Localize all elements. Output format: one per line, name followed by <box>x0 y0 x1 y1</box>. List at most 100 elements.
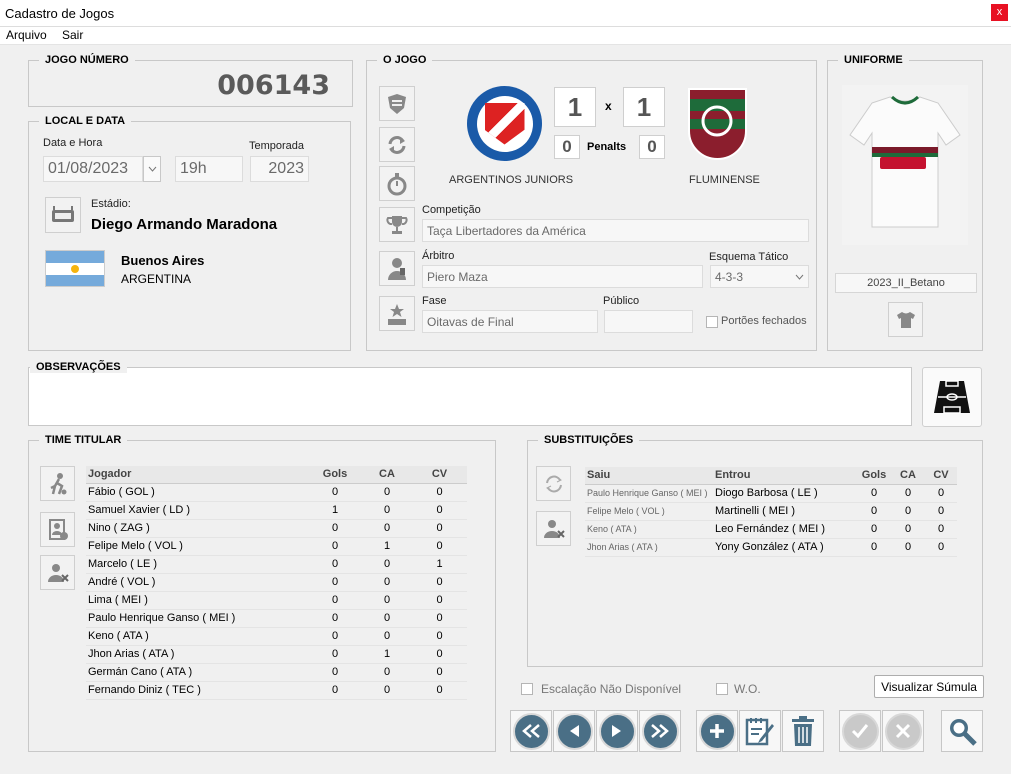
col-cv: CV <box>412 466 467 484</box>
ca-cell: 1 <box>362 645 412 664</box>
player-card-button[interactable] <box>40 512 75 547</box>
search-icon <box>950 719 977 746</box>
ca-cell: 0 <box>362 627 412 646</box>
col-entrou: Entrou <box>713 467 857 485</box>
chevron-down-icon <box>148 166 156 172</box>
table-row[interactable]: Samuel Xavier ( LD ) 1 0 0 <box>86 501 467 520</box>
season-field[interactable]: 2023 <box>250 156 309 182</box>
referee-button[interactable] <box>379 251 415 286</box>
player-kick-button[interactable] <box>40 466 75 501</box>
close-button[interactable]: x <box>991 4 1008 21</box>
cancel-button[interactable] <box>882 710 924 752</box>
score-separator: x <box>605 99 612 113</box>
table-row[interactable]: Germán Cano ( ATA ) 0 0 0 <box>86 663 467 682</box>
visualizar-sumula-button[interactable]: Visualizar Súmula <box>874 675 984 698</box>
table-row[interactable]: Keno ( ATA ) 0 0 0 <box>86 627 467 646</box>
escalacao-checkbox[interactable] <box>521 683 533 695</box>
publico-field[interactable] <box>604 310 693 333</box>
titulares-table: Jogador Gols CA CV Fábio ( GOL ) 0 0 0 Samue… <box>86 466 467 700</box>
remove-substitution-button[interactable] <box>536 511 571 546</box>
table-row[interactable]: Paulo Henrique Ganso ( MEI ) 0 0 0 <box>86 609 467 628</box>
competicao-field[interactable]: Taça Libertadores da América <box>422 219 809 242</box>
observacoes-field[interactable] <box>28 367 912 426</box>
confirm-button[interactable] <box>839 710 881 752</box>
player-name: André ( VOL ) <box>86 573 308 592</box>
home-score[interactable]: 1 <box>554 87 596 127</box>
stopwatch-button[interactable] <box>379 166 415 201</box>
table-row[interactable]: Jhon Arias ( ATA ) 0 1 0 <box>86 645 467 664</box>
entrou-cell: Yony González ( ATA ) <box>713 538 857 557</box>
gols-cell: 0 <box>308 627 362 646</box>
podium-button[interactable] <box>379 296 415 331</box>
player-name: Germán Cano ( ATA ) <box>86 663 308 682</box>
away-penalties[interactable]: 0 <box>639 135 665 159</box>
menu-sair[interactable]: Sair <box>62 28 83 42</box>
gols-cell: 0 <box>308 573 362 592</box>
field-formation-button[interactable] <box>922 367 982 427</box>
last-record-button[interactable] <box>639 710 681 752</box>
table-row[interactable]: Felipe Melo ( VOL ) Martinelli ( MEI ) 0 0 0 <box>585 502 957 521</box>
fase-field[interactable]: Oitavas de Final <box>422 310 598 333</box>
o-jogo-title: O JOGO <box>377 54 433 66</box>
table-row[interactable]: Lima ( MEI ) 0 0 0 <box>86 591 467 610</box>
table-row[interactable]: Fernando Diniz ( TEC ) 0 0 0 <box>86 681 467 700</box>
country-name: ARGENTINA <box>121 272 192 286</box>
time-titular-title: TIME TITULAR <box>39 434 128 446</box>
uniform-button[interactable] <box>888 302 923 337</box>
table-row[interactable]: Jhon Arias ( ATA ) Yony González ( ATA ) 0… <box>585 538 957 557</box>
stadium-button[interactable] <box>45 197 81 233</box>
table-row[interactable]: Keno ( ATA ) Leo Fernández ( MEI ) 0 0 0 <box>585 520 957 539</box>
add-record-button[interactable] <box>696 710 738 752</box>
cv-cell: 0 <box>412 573 467 592</box>
first-record-button[interactable] <box>510 710 552 752</box>
table-row[interactable]: Nino ( ZAG ) 0 0 0 <box>86 519 467 538</box>
previous-record-button[interactable] <box>553 710 595 752</box>
ca-cell: 0 <box>362 681 412 700</box>
wo-checkbox[interactable] <box>716 683 728 695</box>
table-row[interactable]: Paulo Henrique Ganso ( MEI ) Diogo Barbos… <box>585 484 957 503</box>
substitution-button[interactable] <box>536 466 571 501</box>
delete-record-button[interactable] <box>782 710 824 752</box>
esquema-value: 4-3-3 <box>715 269 744 284</box>
cv-cell: 0 <box>925 484 957 503</box>
menu-arquivo[interactable]: Arquivo <box>6 28 47 42</box>
swap-button[interactable] <box>379 127 415 162</box>
gols-cell: 0 <box>308 609 362 628</box>
player-name: Fernando Diniz ( TEC ) <box>86 681 308 700</box>
away-score[interactable]: 1 <box>623 87 665 127</box>
chevron-down-icon <box>795 274 804 280</box>
hour-field[interactable]: 19h <box>175 156 243 182</box>
uniform-image <box>842 85 968 245</box>
date-dropdown-button[interactable] <box>143 156 161 182</box>
cv-cell: 0 <box>412 645 467 664</box>
date-field[interactable]: 01/08/2023 <box>43 156 143 182</box>
fluminense-logo <box>685 85 750 163</box>
estadio-label: Estádio: <box>91 198 131 210</box>
shield-button[interactable] <box>379 86 415 121</box>
table-row[interactable]: André ( VOL ) 0 0 0 <box>86 573 467 592</box>
home-penalties[interactable]: 0 <box>554 135 580 159</box>
wo-label: W.O. <box>734 682 761 696</box>
portoes-fechados-checkbox[interactable] <box>706 316 718 328</box>
table-row[interactable]: Felipe Melo ( VOL ) 0 1 0 <box>86 537 467 556</box>
gols-cell: 0 <box>308 483 362 502</box>
cv-cell: 0 <box>412 609 467 628</box>
player-name: Keno ( ATA ) <box>86 627 308 646</box>
remove-player-button[interactable] <box>40 555 75 590</box>
table-row[interactable]: Marcelo ( LE ) 0 0 1 <box>86 555 467 574</box>
search-button[interactable] <box>941 710 983 752</box>
arbitro-field[interactable]: Piero Maza <box>422 265 703 288</box>
next-record-button[interactable] <box>596 710 638 752</box>
gols-cell: 0 <box>308 663 362 682</box>
saiu-cell: Keno ( ATA ) <box>585 520 713 539</box>
penalties-label: Penalts <box>587 141 627 153</box>
esquema-select[interactable]: 4-3-3 <box>710 265 809 288</box>
col-jogador: Jogador <box>86 466 308 484</box>
edit-record-button[interactable] <box>739 710 781 752</box>
trophy-button[interactable] <box>379 207 415 242</box>
table-row[interactable]: Fábio ( GOL ) 0 0 0 <box>86 483 467 502</box>
jogo-numero-value: 006143 <box>217 70 330 101</box>
city-name: Buenos Aires <box>121 253 205 268</box>
uniform-name-field[interactable]: 2023_II_Betano <box>835 273 977 293</box>
player-name: Felipe Melo ( VOL ) <box>86 537 308 556</box>
